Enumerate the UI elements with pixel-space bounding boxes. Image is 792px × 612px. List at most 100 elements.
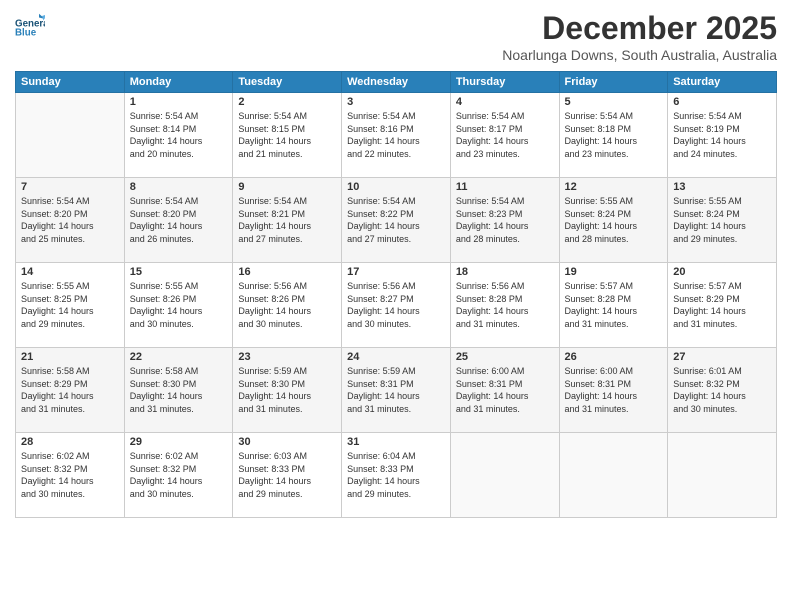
day-info: Sunrise: 6:02 AM Sunset: 8:32 PM Dayligh… xyxy=(21,450,119,500)
logo-icon: General Blue xyxy=(15,10,45,40)
calendar-cell: 19Sunrise: 5:57 AM Sunset: 8:28 PM Dayli… xyxy=(559,263,668,348)
day-info: Sunrise: 5:54 AM Sunset: 8:17 PM Dayligh… xyxy=(456,110,554,160)
day-info: Sunrise: 5:54 AM Sunset: 8:22 PM Dayligh… xyxy=(347,195,445,245)
calendar-cell: 1 Sunrise: 5:54 AM Sunset: 8:14 PM Daylig… xyxy=(124,93,233,178)
calendar-cell: 30 Sunrise: 6:03 AM Sunset: 8:33 PM Dayli… xyxy=(233,433,342,518)
day-info: Sunrise: 5:54 AM Sunset: 8:14 PM Dayligh… xyxy=(130,110,228,160)
day-number: 22 xyxy=(130,351,228,363)
day-info: Sunrise: 6:01 AM Sunset: 8:32 PM Dayligh… xyxy=(673,365,771,415)
calendar-cell: 28 Sunrise: 6:02 AM Sunset: 8:32 PM Dayli… xyxy=(16,433,125,518)
day-number: 31 xyxy=(347,436,445,448)
calendar-cell xyxy=(450,433,559,518)
weekday-header: Friday xyxy=(559,72,668,93)
day-number: 13 xyxy=(673,181,771,193)
calendar-cell: 4 Sunrise: 5:54 AM Sunset: 8:17 PM Daylig… xyxy=(450,93,559,178)
weekday-header: Thursday xyxy=(450,72,559,93)
calendar-cell: 10 Sunrise: 5:54 AM Sunset: 8:22 PM Dayli… xyxy=(342,178,451,263)
day-info: Sunrise: 5:59 AM Sunset: 8:31 PM Dayligh… xyxy=(347,365,445,415)
location-title: Noarlunga Downs, South Australia, Austra… xyxy=(502,47,777,63)
day-number: 4 xyxy=(456,96,554,108)
calendar-cell: 2Sunrise: 5:54 AM Sunset: 8:15 PM Daylig… xyxy=(233,93,342,178)
weekday-header: Sunday xyxy=(16,72,125,93)
day-number: 29 xyxy=(130,436,228,448)
calendar-cell: 5Sunrise: 5:54 AM Sunset: 8:18 PM Daylig… xyxy=(559,93,668,178)
day-number: 18 xyxy=(456,266,554,278)
calendar-cell xyxy=(668,433,777,518)
day-info: Sunrise: 6:04 AM Sunset: 8:33 PM Dayligh… xyxy=(347,450,445,500)
day-info: Sunrise: 5:54 AM Sunset: 8:19 PM Dayligh… xyxy=(673,110,771,160)
day-info: Sunrise: 6:03 AM Sunset: 8:33 PM Dayligh… xyxy=(238,450,336,500)
calendar-cell: 6 Sunrise: 5:54 AM Sunset: 8:19 PM Daylig… xyxy=(668,93,777,178)
day-info: Sunrise: 5:55 AM Sunset: 8:24 PM Dayligh… xyxy=(673,195,771,245)
calendar-cell: 3 Sunrise: 5:54 AM Sunset: 8:16 PM Daylig… xyxy=(342,93,451,178)
day-info: Sunrise: 5:57 AM Sunset: 8:29 PM Dayligh… xyxy=(673,280,771,330)
calendar-cell: 15 Sunrise: 5:55 AM Sunset: 8:26 PM Dayli… xyxy=(124,263,233,348)
calendar-cell: 26Sunrise: 6:00 AM Sunset: 8:31 PM Dayli… xyxy=(559,348,668,433)
calendar-cell: 31 Sunrise: 6:04 AM Sunset: 8:33 PM Dayli… xyxy=(342,433,451,518)
calendar-week-row: 1 Sunrise: 5:54 AM Sunset: 8:14 PM Daylig… xyxy=(16,93,777,178)
day-number: 17 xyxy=(347,266,445,278)
day-number: 28 xyxy=(21,436,119,448)
day-info: Sunrise: 5:56 AM Sunset: 8:28 PM Dayligh… xyxy=(456,280,554,330)
day-info: Sunrise: 6:02 AM Sunset: 8:32 PM Dayligh… xyxy=(130,450,228,500)
calendar-cell: 13 Sunrise: 5:55 AM Sunset: 8:24 PM Dayli… xyxy=(668,178,777,263)
day-number: 10 xyxy=(347,181,445,193)
logo: General Blue xyxy=(15,10,45,40)
page: General Blue December 2025 Noarlunga Dow… xyxy=(0,0,792,612)
calendar-cell: 9Sunrise: 5:54 AM Sunset: 8:21 PM Daylig… xyxy=(233,178,342,263)
day-info: Sunrise: 5:58 AM Sunset: 8:29 PM Dayligh… xyxy=(21,365,119,415)
day-number: 3 xyxy=(347,96,445,108)
day-number: 23 xyxy=(238,351,336,363)
calendar-week-row: 14 Sunrise: 5:55 AM Sunset: 8:25 PM Dayli… xyxy=(16,263,777,348)
day-number: 16 xyxy=(238,266,336,278)
day-info: Sunrise: 5:55 AM Sunset: 8:26 PM Dayligh… xyxy=(130,280,228,330)
calendar-cell xyxy=(559,433,668,518)
day-number: 6 xyxy=(673,96,771,108)
day-info: Sunrise: 5:54 AM Sunset: 8:18 PM Dayligh… xyxy=(565,110,663,160)
day-number: 26 xyxy=(565,351,663,363)
calendar-cell: 24Sunrise: 5:59 AM Sunset: 8:31 PM Dayli… xyxy=(342,348,451,433)
day-info: Sunrise: 5:59 AM Sunset: 8:30 PM Dayligh… xyxy=(238,365,336,415)
weekday-header: Saturday xyxy=(668,72,777,93)
calendar-table: SundayMondayTuesdayWednesdayThursdayFrid… xyxy=(15,71,777,518)
day-number: 20 xyxy=(673,266,771,278)
calendar-cell: 7Sunrise: 5:54 AM Sunset: 8:20 PM Daylig… xyxy=(16,178,125,263)
day-info: Sunrise: 5:58 AM Sunset: 8:30 PM Dayligh… xyxy=(130,365,228,415)
calendar-cell: 25Sunrise: 6:00 AM Sunset: 8:31 PM Dayli… xyxy=(450,348,559,433)
weekday-header: Tuesday xyxy=(233,72,342,93)
weekday-header: Monday xyxy=(124,72,233,93)
day-number: 14 xyxy=(21,266,119,278)
day-info: Sunrise: 5:55 AM Sunset: 8:24 PM Dayligh… xyxy=(565,195,663,245)
calendar-cell: 22 Sunrise: 5:58 AM Sunset: 8:30 PM Dayli… xyxy=(124,348,233,433)
day-number: 11 xyxy=(456,181,554,193)
weekday-header-row: SundayMondayTuesdayWednesdayThursdayFrid… xyxy=(16,72,777,93)
calendar-week-row: 7Sunrise: 5:54 AM Sunset: 8:20 PM Daylig… xyxy=(16,178,777,263)
day-number: 30 xyxy=(238,436,336,448)
header: General Blue December 2025 Noarlunga Dow… xyxy=(15,10,777,63)
day-number: 12 xyxy=(565,181,663,193)
day-number: 15 xyxy=(130,266,228,278)
day-number: 21 xyxy=(21,351,119,363)
weekday-header: Wednesday xyxy=(342,72,451,93)
svg-text:Blue: Blue xyxy=(15,28,37,39)
day-info: Sunrise: 5:54 AM Sunset: 8:16 PM Dayligh… xyxy=(347,110,445,160)
calendar-cell: 12 Sunrise: 5:55 AM Sunset: 8:24 PM Dayli… xyxy=(559,178,668,263)
calendar-cell: 29 Sunrise: 6:02 AM Sunset: 8:32 PM Dayli… xyxy=(124,433,233,518)
day-info: Sunrise: 6:00 AM Sunset: 8:31 PM Dayligh… xyxy=(456,365,554,415)
day-info: Sunrise: 5:56 AM Sunset: 8:26 PM Dayligh… xyxy=(238,280,336,330)
calendar-cell: 8Sunrise: 5:54 AM Sunset: 8:20 PM Daylig… xyxy=(124,178,233,263)
calendar-week-row: 21 Sunrise: 5:58 AM Sunset: 8:29 PM Dayli… xyxy=(16,348,777,433)
day-info: Sunrise: 5:54 AM Sunset: 8:15 PM Dayligh… xyxy=(238,110,336,160)
calendar-cell: 14 Sunrise: 5:55 AM Sunset: 8:25 PM Dayli… xyxy=(16,263,125,348)
calendar-cell: 23 Sunrise: 5:59 AM Sunset: 8:30 PM Dayli… xyxy=(233,348,342,433)
day-info: Sunrise: 5:54 AM Sunset: 8:20 PM Dayligh… xyxy=(21,195,119,245)
day-number: 27 xyxy=(673,351,771,363)
day-info: Sunrise: 5:55 AM Sunset: 8:25 PM Dayligh… xyxy=(21,280,119,330)
calendar-cell: 16 Sunrise: 5:56 AM Sunset: 8:26 PM Dayli… xyxy=(233,263,342,348)
calendar-cell: 18 Sunrise: 5:56 AM Sunset: 8:28 PM Dayli… xyxy=(450,263,559,348)
calendar-cell: 20 Sunrise: 5:57 AM Sunset: 8:29 PM Dayli… xyxy=(668,263,777,348)
calendar-week-row: 28 Sunrise: 6:02 AM Sunset: 8:32 PM Dayli… xyxy=(16,433,777,518)
calendar-cell xyxy=(16,93,125,178)
day-number: 1 xyxy=(130,96,228,108)
month-title: December 2025 xyxy=(502,10,777,47)
